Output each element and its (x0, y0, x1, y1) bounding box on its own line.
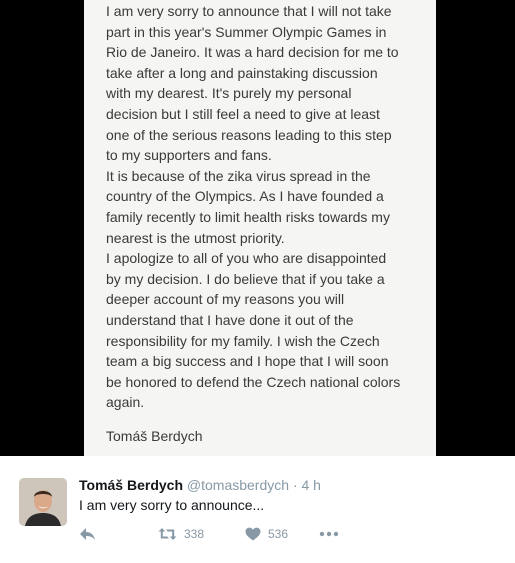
tweet-header: Tomáš Berdych @tomasberdych · 4 h (79, 477, 321, 493)
retweet-icon (158, 528, 177, 540)
retweet-count: 338 (184, 527, 205, 541)
avatar-image (19, 478, 67, 526)
avatar[interactable] (19, 478, 67, 526)
author-name[interactable]: Tomáš Berdych (79, 477, 183, 493)
note-screenshot: I am very sorry to announce that I will … (84, 0, 436, 456)
tweet-actions: 338 536 (79, 525, 379, 543)
note-line: take after a long and painstaking discus… (106, 64, 378, 81)
more-button[interactable] (319, 525, 339, 543)
note-line: team a big success and I hope that I wil… (106, 353, 389, 370)
heart-icon (245, 527, 261, 541)
note-line: with my dearest. It's purely my personal (106, 85, 352, 102)
note-line: family recently to limit health risks to… (106, 208, 390, 225)
tweet-media-image[interactable]: I am very sorry to announce that I will … (0, 0, 515, 456)
note-line: be honored to defend the Czech national … (106, 373, 401, 390)
note-line: to my supporters and fans. (106, 147, 272, 164)
tweet: Tomáš Berdych @tomasberdych · 4 h I am v… (0, 456, 515, 563)
author-handle[interactable]: @tomasberdych (187, 477, 289, 493)
note-line: again. (106, 394, 145, 411)
note-line: understand that I have done it out of th… (106, 311, 354, 328)
separator: · (292, 477, 298, 493)
note-line: by my decision. I do believe that if you… (106, 270, 385, 287)
reply-icon (80, 528, 95, 540)
note-line: part in this year's Summer Olympic Games… (106, 23, 387, 40)
tweet-text: I am very sorry to announce... (79, 497, 265, 513)
like-count: 536 (268, 527, 289, 541)
note-line: Rio de Janeiro. It was a hard decision f… (106, 44, 399, 61)
like-button[interactable]: 536 (245, 525, 288, 543)
note-line: I am very sorry to announce that I will … (106, 3, 392, 19)
reply-button[interactable] (79, 525, 96, 543)
retweet-button[interactable]: 338 (158, 525, 204, 543)
note-line: country of the Olympics. As I have found… (106, 188, 384, 205)
note-signature: Tomáš Berdych (106, 427, 203, 444)
more-icon (319, 531, 339, 537)
note-line: one of the serious reasons leading to th… (106, 126, 392, 143)
note-line: I apologize to all of you who are disapp… (106, 250, 387, 267)
note-line: deeper account of my reasons you will (106, 291, 345, 308)
note-line: nearest is the utmost priority. (106, 229, 285, 246)
timestamp[interactable]: 4 h (302, 477, 321, 493)
note-line: responsibility for my family. I wish the… (106, 332, 380, 349)
note-line: decision but I still feel a need to give… (106, 105, 380, 122)
note-line: It is because of the zika virus spread i… (106, 167, 371, 184)
